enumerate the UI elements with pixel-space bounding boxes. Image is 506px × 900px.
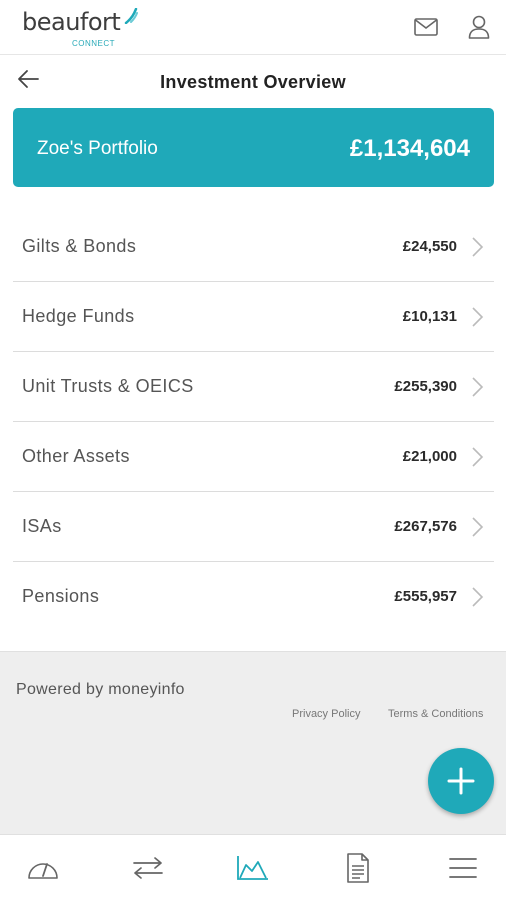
transfer-icon <box>133 857 163 879</box>
nav-chart[interactable] <box>235 853 271 883</box>
dashboard-icon <box>28 863 58 879</box>
bottom-nav <box>0 834 506 900</box>
add-button[interactable] <box>428 748 494 814</box>
mail-icon[interactable] <box>413 14 439 40</box>
holding-value: £21,000 <box>402 448 457 465</box>
holding-label: Hedge Funds <box>22 306 135 326</box>
holding-row-gilts-bonds[interactable]: Gilts & Bonds £24,550 <box>13 212 494 282</box>
brand-logo[interactable]: beaufort CONNECT <box>22 8 152 50</box>
holding-label: ISAs <box>22 516 62 536</box>
chevron-right-icon <box>472 307 484 327</box>
holding-label: Other Assets <box>22 446 130 466</box>
holding-value: £255,390 <box>394 378 457 395</box>
privacy-policy-link[interactable]: Privacy Policy <box>292 708 360 720</box>
holding-row-pensions[interactable]: Pensions £555,957 <box>13 562 494 632</box>
chart-icon <box>237 856 268 880</box>
holdings-list: Gilts & Bonds £24,550 Hedge Funds £10,13… <box>13 212 494 632</box>
page-title: Investment Overview <box>160 72 346 92</box>
brand-name: beaufort <box>22 8 121 36</box>
portfolio-total: £1,134,604 <box>349 135 470 162</box>
footer: Powered by moneyinfo Privacy Policy Term… <box>0 651 506 834</box>
holding-label: Gilts & Bonds <box>22 236 137 256</box>
holding-value: £555,957 <box>394 588 457 605</box>
holding-row-other-assets[interactable]: Other Assets £21,000 <box>13 422 494 492</box>
nav-documents[interactable] <box>340 853 376 883</box>
chevron-right-icon <box>472 517 484 537</box>
holding-value: £267,576 <box>394 518 457 535</box>
powered-by-text: Powered by moneyinfo <box>16 681 185 698</box>
portfolio-card[interactable]: Zoe's Portfolio £1,134,604 <box>13 108 494 187</box>
nav-transfer[interactable] <box>130 853 166 883</box>
holding-row-isas[interactable]: ISAs £267,576 <box>13 492 494 562</box>
terms-link[interactable]: Terms & Conditions <box>388 708 483 720</box>
holding-row-unit-trusts[interactable]: Unit Trusts & OEICS £255,390 <box>13 352 494 422</box>
portfolio-name: Zoe's Portfolio <box>37 138 158 159</box>
document-icon <box>347 853 369 883</box>
plus-icon <box>447 767 475 795</box>
holding-row-hedge-funds[interactable]: Hedge Funds £10,131 <box>13 282 494 352</box>
holding-label: Unit Trusts & OEICS <box>22 376 194 396</box>
nav-dashboard[interactable] <box>25 853 61 883</box>
holding-value: £24,550 <box>402 238 457 255</box>
chevron-right-icon <box>472 237 484 257</box>
page-header: Investment Overview <box>0 56 506 106</box>
chevron-right-icon <box>472 377 484 397</box>
chevron-right-icon <box>472 447 484 467</box>
nav-menu[interactable] <box>445 853 481 883</box>
holding-label: Pensions <box>22 586 100 606</box>
brand-subtitle: CONNECT <box>72 39 116 48</box>
holding-value: £10,131 <box>402 308 457 325</box>
menu-icon <box>449 858 477 878</box>
chevron-right-icon <box>472 587 484 607</box>
user-icon[interactable] <box>466 14 492 40</box>
logo-swoosh-icon <box>124 8 138 24</box>
top-bar: beaufort CONNECT <box>0 0 506 55</box>
